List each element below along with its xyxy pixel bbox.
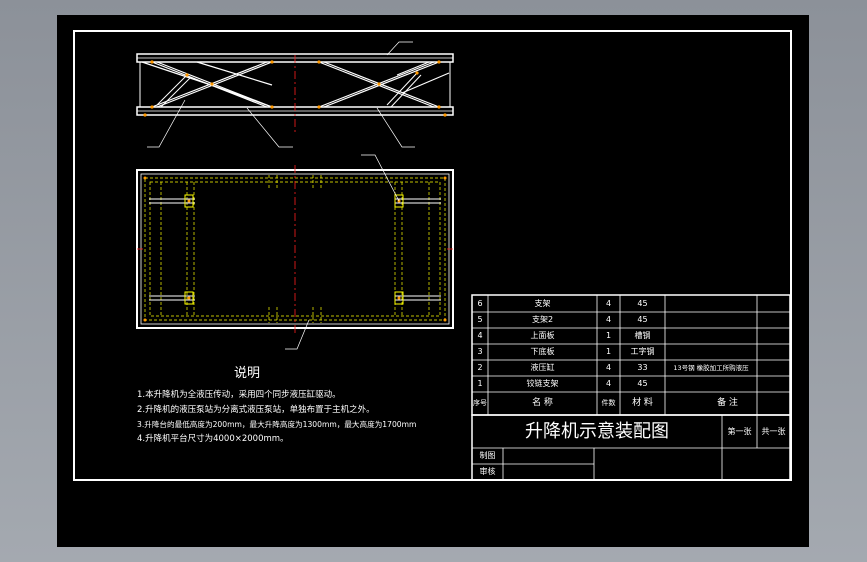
part-qty: 4 [605, 363, 612, 372]
header-remark: 备 注 [717, 398, 738, 408]
part-qty: 4 [605, 315, 612, 324]
part-material: 33 [637, 363, 648, 372]
assembly-drawing [73, 30, 792, 481]
drawing-sheet: 说明 1.本升降机为全液压传动，采用四个同步液压缸驱动。 2.升降机的液压泵站为… [57, 15, 809, 547]
part-no: 5 [477, 315, 483, 324]
part-name: 支架 [534, 298, 551, 308]
note-line: 1.本升降机为全液压传动，采用四个同步液压缸驱动。 [137, 390, 341, 400]
part-material: 45 [637, 379, 648, 388]
part-qty: 4 [605, 298, 612, 308]
part-name: 下底板 [530, 347, 555, 356]
sheet-total: 共一张 [761, 426, 786, 436]
notes-heading: 说明 [234, 366, 261, 381]
sheet-number: 第一张 [727, 426, 752, 436]
header-name: 名 称 [532, 398, 553, 408]
part-no: 1 [477, 379, 483, 388]
note-line: 3.升降台的最低高度为200mm，最大升降高度为1300mm，最大高度为1700… [137, 420, 417, 429]
header-material: 材 料 [632, 398, 653, 408]
part-qty: 4 [605, 379, 612, 388]
part-qty: 1 [605, 347, 612, 356]
part-name: 上面板 [530, 331, 555, 340]
part-material: 45 [637, 315, 648, 324]
drawn-by-label: 制图 [479, 451, 496, 460]
header-qty: 件数 [601, 399, 616, 407]
part-material: 工字钢 [630, 347, 655, 356]
scissor-arms-right [318, 61, 450, 108]
note-line: 4.升降机平台尺寸为4000×2000mm。 [137, 434, 289, 444]
part-qty: 1 [605, 331, 612, 340]
part-no: 3 [477, 347, 483, 356]
part-name: 液压缸 [530, 363, 555, 372]
part-name: 铰链支架 [526, 379, 559, 388]
top-view [136, 154, 454, 350]
part-no: 2 [477, 363, 483, 372]
part-material: 槽钢 [634, 331, 651, 340]
header-no: 序号 [473, 399, 487, 407]
part-name: 支架2 [531, 315, 554, 324]
part-no: 6 [477, 298, 483, 308]
part-no: 4 [477, 331, 483, 340]
part-material: 45 [637, 298, 648, 308]
drawing-title: 升降机示意装配图 [525, 420, 669, 442]
front-view [136, 41, 454, 148]
note-line: 2.升降机的液压泵站为分离式液压泵站，单独布置于主机之外。 [137, 405, 375, 415]
checked-by-label: 审核 [479, 467, 496, 476]
part-remark: 13号钢 橡胶加工所购液压 [673, 363, 749, 372]
